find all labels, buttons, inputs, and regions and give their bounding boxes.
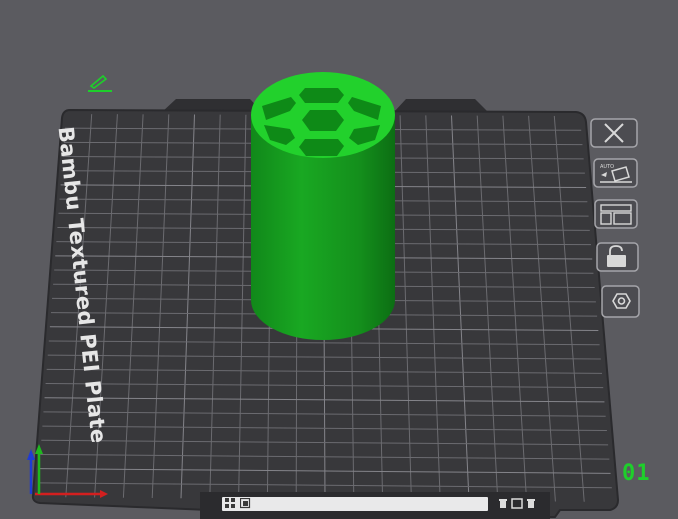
plate-back-tab-right: [394, 99, 488, 112]
image-view-icon[interactable]: [240, 498, 251, 509]
auto-orient-icon: AUTO: [593, 158, 638, 188]
delete-icon[interactable]: [498, 498, 508, 509]
window-icon[interactable]: [511, 498, 523, 509]
remove-plate-button[interactable]: [590, 118, 640, 148]
model-cylinder[interactable]: [251, 72, 395, 340]
arrange-icon: [594, 199, 638, 229]
plate-settings-button[interactable]: [590, 285, 640, 318]
grid-view-icon[interactable]: [225, 498, 236, 509]
plate-statusbar: [200, 492, 550, 519]
lock-plate-button[interactable]: [590, 242, 640, 272]
trash-icon[interactable]: [526, 498, 536, 509]
arrange-button[interactable]: [590, 199, 640, 229]
settings-hex-icon: [601, 285, 640, 318]
statusbar-panel: [222, 497, 488, 511]
svg-text:AUTO: AUTO: [600, 164, 614, 170]
close-icon: [590, 118, 638, 148]
edit-plate-icon[interactable]: [88, 74, 112, 92]
auto-orient-button[interactable]: AUTO: [590, 158, 640, 188]
plate-number[interactable]: 01: [622, 461, 651, 486]
lock-icon: [596, 242, 639, 272]
